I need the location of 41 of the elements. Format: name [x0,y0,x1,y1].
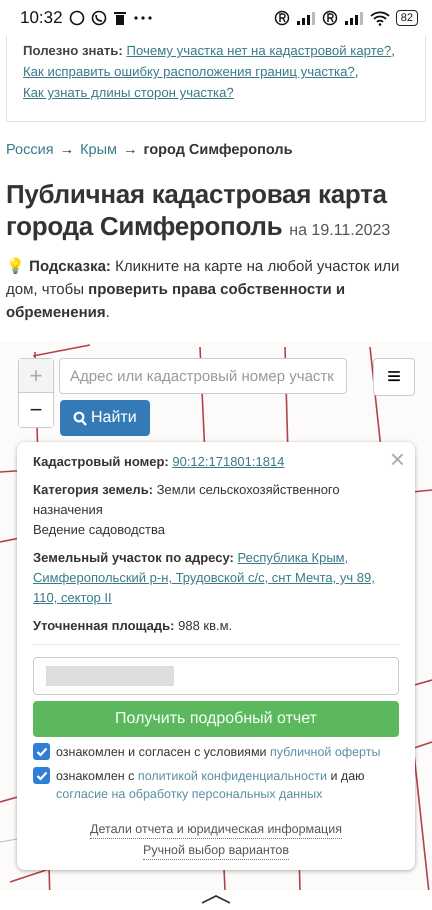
chevron-up-icon[interactable] [200,894,232,904]
checkbox[interactable] [33,743,50,760]
clock: 10:32 [20,8,63,28]
trash-icon [112,10,127,26]
signal-icon [296,11,316,25]
help-link[interactable]: Как узнать длины сторон участка? [23,85,234,100]
consent-text: ознакомлен с политикой конфиденциальности и даю согласие на обработку персональных данных [56,768,366,803]
search-icon [73,410,87,426]
checkmark-icon [36,746,48,756]
wifi-icon [370,10,390,26]
email-field[interactable] [33,657,399,695]
search-field[interactable]: Адрес или кадастровый номер участк [59,358,347,394]
checkbox[interactable] [33,767,50,784]
report-button[interactable]: Получить подробный отчет [33,701,399,737]
hint-text: 💡 Подсказка: Кликните на карте на любой участок или дом, чтобы проверить права собственности и обременения. [6,256,400,323]
page-title: Публичная кадастровая карта города Симферополь на 19.11.2023 [6,178,392,243]
more-icon [132,15,153,21]
land-use-text: Ведение садоводства [33,521,166,539]
breadcrumb-link[interactable]: Россия [6,142,54,158]
parcel-field: Уточненная площадь: 988 кв.м. [33,616,377,636]
parcel-field: Земельный участок по адресу: Республика Крым, Симферопольский р-н, Трудовской с/с, снт Мечта, уч 89, 110, сектор II [33,548,377,608]
footer-link[interactable]: Детали отчета и юридическая информация [90,821,342,839]
breadcrumb-separator: → [122,142,138,158]
search-button[interactable]: Найти [60,400,150,436]
help-link[interactable]: Почему участка нет на кадастровой карте? [126,43,392,58]
footer-link[interactable]: Ручной выбор вариантов [143,842,289,860]
breadcrumb-link[interactable]: Крым [80,142,117,158]
menu-button[interactable]: ≡ [373,358,415,396]
checkmark-icon [36,770,48,780]
phone-chat-icon [90,10,107,26]
roaming-icon [322,10,338,26]
consent-text: ознакомлен и согласен с условиями публичной оферты [56,744,380,761]
breadcrumb-current: город Симферополь [143,142,293,158]
useful-links-text: Полезно знать: Почему участка нет на кадастровой карте?, Как исправить ошибку расположения границ участка?, Как узнать длины сторон участка? [23,42,396,102]
signal-icon [344,11,364,25]
battery-level: 82 [396,10,418,26]
help-link[interactable]: Как исправить ошибку расположения границ участка? [23,64,355,79]
parcel-field: Кадастровый номер: 90:12:171801:1814 [33,452,377,472]
roaming-icon [274,10,290,26]
parcel-field: Категория земель: Земли сельскохозяйственного назначения [33,480,377,520]
breadcrumb-separator: → [60,142,74,158]
